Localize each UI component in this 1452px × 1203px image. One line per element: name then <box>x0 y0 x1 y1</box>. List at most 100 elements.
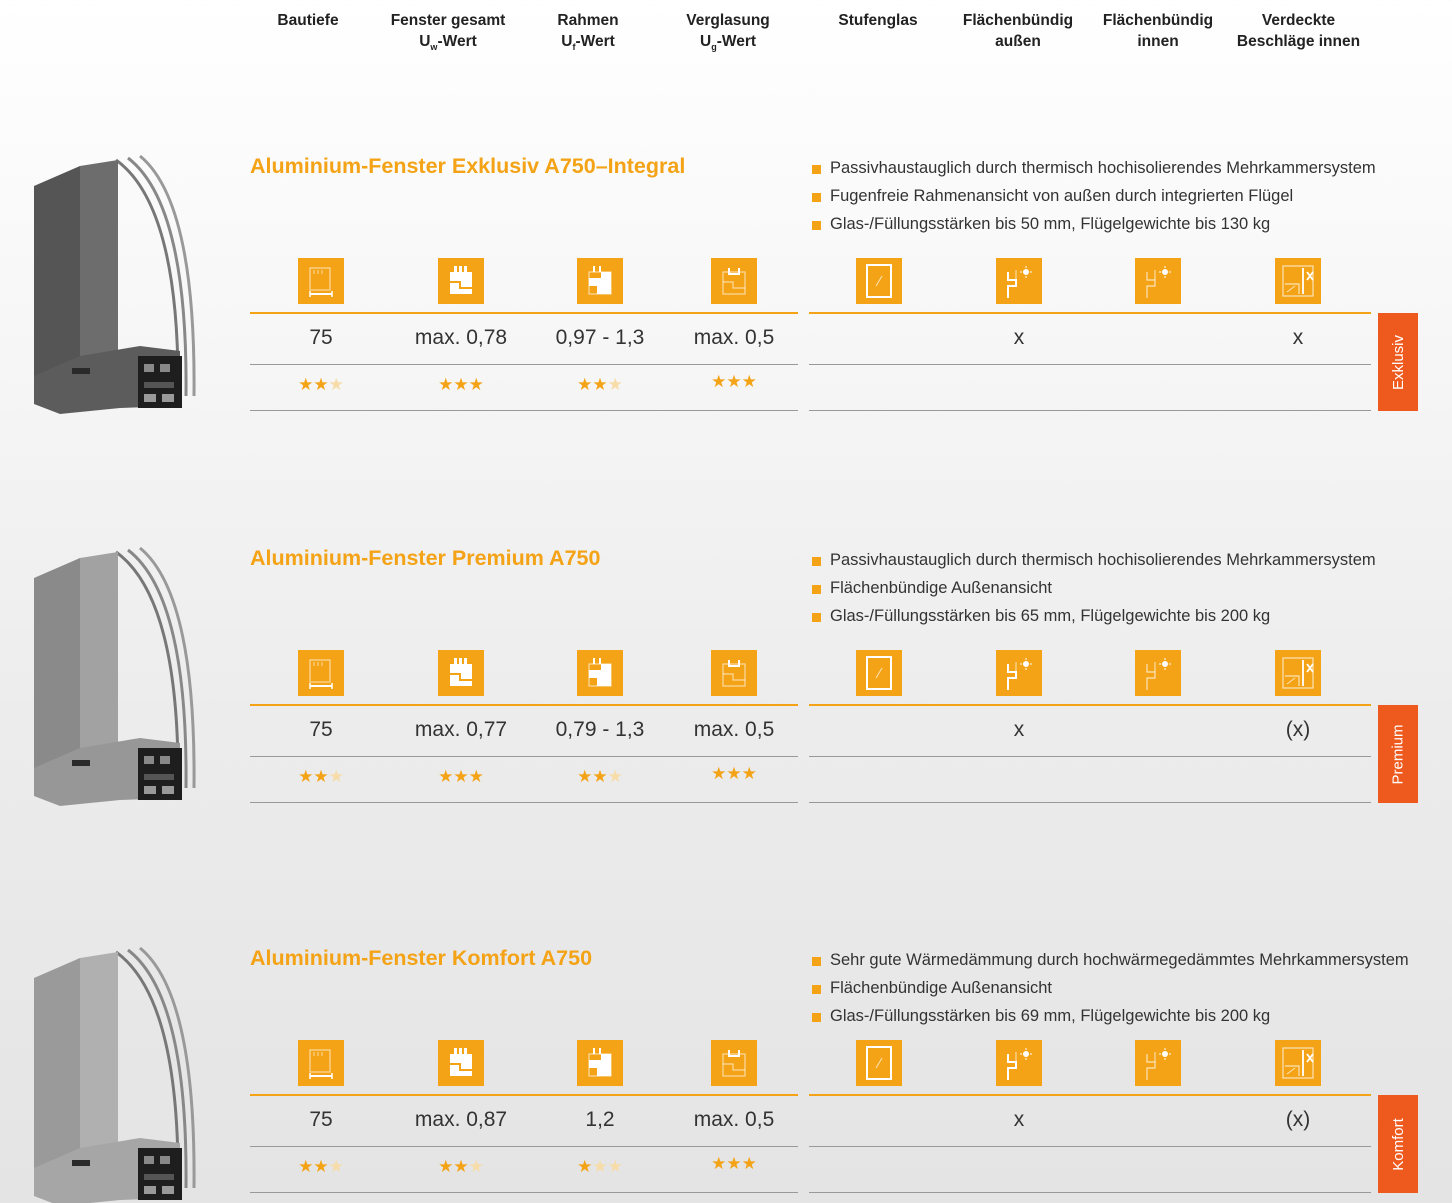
star-rating: ★★★ <box>540 1157 660 1177</box>
divider-bottom-left <box>250 410 798 411</box>
mark-cell: x <box>1013 718 1025 741</box>
star-icon: ★ <box>726 764 742 783</box>
star-rating: ★★★ <box>401 375 521 395</box>
star-icon: ★ <box>328 375 344 394</box>
divider-mid-left <box>250 756 798 757</box>
product-title: Aluminium-Fenster Premium A750 <box>250 546 601 570</box>
value-cell: 75 <box>309 1108 333 1131</box>
header-bautiefe: Bautiefe <box>277 12 339 29</box>
star-icon: ★ <box>313 375 329 394</box>
star-rating: ★★★ <box>401 1157 521 1177</box>
flush-inside-icon <box>1135 1040 1181 1086</box>
star-rating: ★★★ <box>674 372 794 392</box>
star-icon: ★ <box>453 375 469 394</box>
value-cell: 1,2 <box>585 1108 615 1131</box>
category-tag: Komfort <box>1378 1095 1418 1193</box>
category-tag: Exklusiv <box>1378 313 1418 411</box>
divider-mid-right <box>809 756 1371 757</box>
product-section-1: Aluminium-Fenster Exklusiv A750–Integral… <box>0 148 1452 418</box>
product-section-3: Aluminium-Fenster Komfort A750 Sehr gute… <box>0 940 1452 1203</box>
star-icon: ★ <box>577 767 593 786</box>
flush-outside-icon <box>996 258 1042 304</box>
value-cell: 0,97 - 1,3 <box>555 326 645 349</box>
depth-icon <box>298 258 344 304</box>
feature-list: Passivhaustauglich durch thermisch hochi… <box>812 154 1376 238</box>
divider-bottom-left <box>250 1192 798 1193</box>
divider-orange-left <box>250 312 798 314</box>
category-tag-label: Komfort <box>1389 1117 1407 1171</box>
product-title: Aluminium-Fenster Exklusiv A750–Integral <box>250 154 686 178</box>
star-icon: ★ <box>313 767 329 786</box>
star-rating: ★★★ <box>540 767 660 787</box>
divider-orange-left <box>250 704 798 706</box>
concealed-hinges-icon <box>1275 1040 1321 1086</box>
star-rating: ★★★ <box>540 375 660 395</box>
divider-mid-right <box>809 1146 1371 1147</box>
star-rating: ★★★ <box>261 767 381 787</box>
star-rating: ★★★ <box>261 1157 381 1177</box>
star-icon: ★ <box>592 375 608 394</box>
star-icon: ★ <box>741 372 757 391</box>
flush-outside-icon <box>996 650 1042 696</box>
header-uw: Fenster gesamt Uw-Wert <box>390 12 506 53</box>
feature-item: Glas-/Füllungsstärken bis 69 mm, Flügelg… <box>812 1002 1409 1030</box>
feature-item: Fugenfreie Rahmenansicht von außen durch… <box>812 182 1376 210</box>
window-profile-image <box>20 538 220 808</box>
feature-item: Flächenbündige Außenansicht <box>812 974 1409 1002</box>
divider-bottom-right <box>809 1192 1371 1193</box>
value-cell: 0,79 - 1,3 <box>555 718 645 741</box>
step-glass-icon <box>856 1040 902 1086</box>
window-uw-icon <box>438 258 484 304</box>
star-icon: ★ <box>577 375 593 394</box>
concealed-hinges-icon <box>1275 650 1321 696</box>
mark-cell: (x) <box>1285 1108 1311 1131</box>
header-ug: Verglasung Ug-Wert <box>686 12 770 53</box>
glazing-ug-icon <box>711 258 757 304</box>
star-icon: ★ <box>453 767 469 786</box>
divider-orange-right <box>809 1094 1371 1096</box>
feature-list: Sehr gute Wärmedämmung durch hochwärmege… <box>812 946 1409 1030</box>
flush-inside-icon <box>1135 650 1181 696</box>
divider-orange-right <box>809 704 1371 706</box>
header-flush-inside: Flächenbündig innen <box>1102 12 1214 50</box>
mark-cell: x <box>1013 326 1025 349</box>
category-tag-label: Exklusiv <box>1389 334 1407 390</box>
star-rating: ★★★ <box>674 764 794 784</box>
star-icon: ★ <box>726 372 742 391</box>
value-cell: max. 0,5 <box>693 1108 775 1131</box>
divider-mid-left <box>250 1146 798 1147</box>
star-icon: ★ <box>453 1157 469 1176</box>
star-rating: ★★★ <box>401 767 521 787</box>
star-icon: ★ <box>298 375 314 394</box>
star-icon: ★ <box>298 1157 314 1176</box>
header-concealed-hinges: Verdeckte Beschläge innen <box>1236 12 1361 50</box>
header-flush-outside: Flächenbündig außen <box>962 12 1074 50</box>
star-icon: ★ <box>741 1154 757 1173</box>
feature-item: Flächenbündige Außenansicht <box>812 574 1376 602</box>
star-icon: ★ <box>607 767 623 786</box>
glazing-ug-icon <box>711 650 757 696</box>
star-icon: ★ <box>438 767 454 786</box>
mark-cell: (x) <box>1285 718 1311 741</box>
frame-uf-icon <box>577 1040 623 1086</box>
star-icon: ★ <box>607 1157 623 1176</box>
value-cell: max. 0,5 <box>693 326 775 349</box>
flush-outside-icon <box>996 1040 1042 1086</box>
star-icon: ★ <box>468 767 484 786</box>
value-cell: 75 <box>309 718 333 741</box>
feature-item: Glas-/Füllungsstärken bis 50 mm, Flügelg… <box>812 210 1376 238</box>
star-icon: ★ <box>438 1157 454 1176</box>
feature-item: Glas-/Füllungsstärken bis 65 mm, Flügelg… <box>812 602 1376 630</box>
star-icon: ★ <box>313 1157 329 1176</box>
feature-item: Passivhaustauglich durch thermisch hochi… <box>812 154 1376 182</box>
window-profile-image <box>20 146 220 416</box>
step-glass-icon <box>856 650 902 696</box>
window-uw-icon <box>438 650 484 696</box>
star-icon: ★ <box>468 1157 484 1176</box>
divider-orange-left <box>250 1094 798 1096</box>
star-icon: ★ <box>298 767 314 786</box>
star-rating: ★★★ <box>261 375 381 395</box>
category-tag: Premium <box>1378 705 1418 803</box>
star-icon: ★ <box>711 764 727 783</box>
feature-item: Passivhaustauglich durch thermisch hochi… <box>812 546 1376 574</box>
